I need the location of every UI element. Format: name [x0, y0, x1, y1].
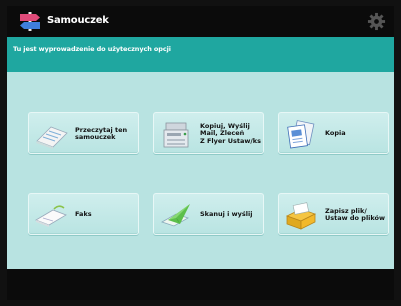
- copy-send-fax-button[interactable]: Kopiuj, Wyślij Mail, Zleceń Z Flyer Usta…: [153, 112, 264, 154]
- button-label: Przeczytaj ten samouczek: [75, 125, 128, 141]
- button-label: Kopia: [325, 129, 346, 138]
- button-label: Zapisz plik/ Ustaw do plików: [325, 206, 386, 222]
- button-label: Skanuj i wyślij: [200, 210, 253, 219]
- signpost-icon: [20, 12, 40, 31]
- info-text: Tu jest wyprowadzenie do użytecznych opc…: [13, 45, 171, 53]
- window-title: Samouczek: [47, 15, 109, 26]
- gear-icon[interactable]: [367, 12, 386, 31]
- button-label: Faks: [75, 210, 92, 219]
- copy-button[interactable]: Kopia: [278, 112, 389, 154]
- button-label: Kopiuj, Wyślij Mail, Zleceń Z Flyer Usta…: [200, 121, 261, 145]
- tutorial-screen: Samouczek Tu jest wyprowadzenie do użyte…: [7, 6, 394, 300]
- scan-send-icon: [161, 204, 190, 227]
- scan-send-button[interactable]: Skanuj i wyślij: [153, 193, 264, 235]
- fax-icon: [35, 205, 67, 227]
- fax-button[interactable]: Faks: [28, 193, 139, 235]
- title-bar: Samouczek: [7, 6, 394, 37]
- folder-box-icon: [285, 202, 317, 230]
- save-file-button[interactable]: Zapisz plik/ Ustaw do plików: [278, 193, 389, 235]
- footer-bar: [7, 269, 394, 300]
- handbook-icon: [36, 126, 68, 149]
- info-bar: Tu jest wyprowadzenie do użytecznych opc…: [7, 37, 394, 72]
- copier-icon: [163, 122, 189, 148]
- copy-documents-icon: [287, 120, 315, 149]
- read-tutorial-button[interactable]: Przeczytaj ten samouczek: [28, 112, 139, 154]
